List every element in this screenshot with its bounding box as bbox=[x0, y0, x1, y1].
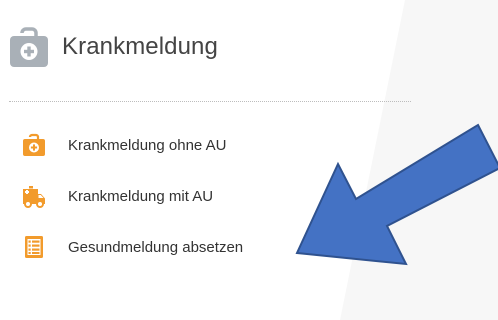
menu-item-label: Krankmeldung mit AU bbox=[68, 187, 214, 205]
menu-item-label: Gesundmeldung absetzen bbox=[68, 238, 244, 256]
medical-case-icon bbox=[10, 27, 48, 67]
page-title: Krankmeldung bbox=[62, 33, 218, 60]
menu-item-label: Krankmeldung ohne AU bbox=[68, 136, 227, 154]
menu-item-gesundmeldung-absetzen[interactable]: Gesundmeldung absetzen bbox=[20, 233, 243, 261]
divider bbox=[9, 101, 411, 102]
medical-case-icon bbox=[23, 133, 45, 156]
document-list-icon bbox=[25, 236, 43, 258]
ambulance-icon bbox=[23, 186, 45, 208]
menu-item-krankmeldung-ohne-au[interactable]: Krankmeldung ohne AU bbox=[20, 131, 226, 159]
krankmeldung-panel: Krankmeldung Krankmeldung ohne AU Krankm… bbox=[0, 0, 498, 320]
panel-header: Krankmeldung bbox=[6, 24, 218, 70]
menu-item-krankmeldung-mit-au[interactable]: Krankmeldung mit AU bbox=[20, 182, 213, 210]
